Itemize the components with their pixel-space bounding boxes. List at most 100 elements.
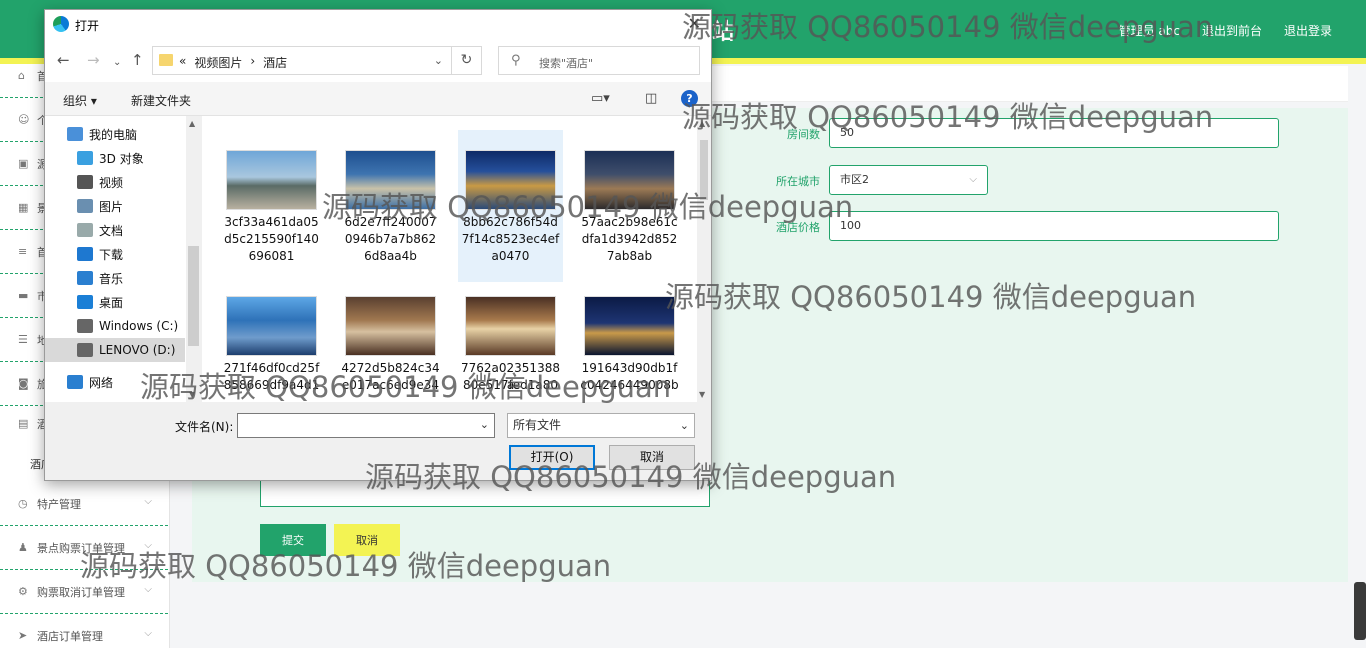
- dialog-toolbar: 组织 ▾ 新建文件夹 ▭▾ ◫ ?: [45, 82, 711, 116]
- file-list-scrollbar[interactable]: ▲ ▼: [697, 116, 711, 402]
- chevron-down-icon: ⌵: [969, 174, 977, 185]
- tree-item-label: Windows (C:): [99, 319, 179, 333]
- tree-item-label: LENOVO (D:): [99, 343, 176, 357]
- topbar-links: 管理员 abc 退出到前台 退出登录: [1119, 22, 1332, 39]
- sliders-icon: ☰: [18, 332, 28, 346]
- file-item[interactable]: 6d2e7ff240007 0946b7a7b862 6d8aa4b: [338, 130, 443, 282]
- tree-item-label: 音乐: [99, 271, 124, 286]
- tree-item[interactable]: Windows (C:): [45, 314, 185, 338]
- sidebar-item[interactable]: ◷ 特产管理 ⌵: [0, 482, 168, 526]
- city-label: 所在城市: [776, 175, 820, 188]
- back-arrow-icon[interactable]: ←: [57, 52, 70, 68]
- chevron-down-icon: ⌄: [679, 419, 689, 432]
- address-dropdown-icon[interactable]: ⌄: [434, 54, 443, 67]
- dialog-titlebar[interactable]: 打开 ✕: [45, 10, 711, 38]
- filetype-select[interactable]: 所有文件 ⌄: [507, 413, 695, 438]
- tree-item-label: 文档: [99, 223, 124, 238]
- recent-locations-chevron-icon[interactable]: ⌄: [113, 55, 121, 71]
- forward-arrow-icon[interactable]: →: [87, 52, 100, 68]
- tree-item-label: 桌面: [99, 295, 124, 310]
- page-scrollbar[interactable]: [1354, 582, 1366, 640]
- home-icon: ⌂: [18, 68, 25, 82]
- preview-pane-icon[interactable]: ◫: [645, 91, 657, 106]
- tree-item[interactable]: 文档: [45, 218, 185, 242]
- new-folder-button[interactable]: 新建文件夹: [131, 92, 191, 109]
- sidebar-item[interactable]: ➤ 酒店订单管理 ⌵: [0, 614, 168, 648]
- scroll-thumb[interactable]: [700, 140, 708, 200]
- open-button[interactable]: 打开(O): [509, 445, 595, 470]
- cube-icon: [77, 151, 93, 165]
- image-thumbnail: [345, 150, 436, 210]
- price-input[interactable]: 100: [829, 211, 1279, 241]
- folder-icon: [159, 54, 173, 66]
- up-arrow-icon[interactable]: ↑: [131, 52, 144, 68]
- tree-item[interactable]: 桌面: [45, 290, 185, 314]
- user-icon: ☺: [18, 112, 30, 126]
- sidebar-item-label: 购票取消订单管理: [37, 585, 125, 599]
- browser-logo-icon: [53, 16, 69, 32]
- sidebar-item-label: 特产管理: [37, 497, 81, 511]
- sidebar-item[interactable]: ⚙ 购票取消订单管理 ⌵: [0, 570, 168, 614]
- filename-dropdown-icon[interactable]: ⌄: [480, 418, 489, 431]
- file-name-line: d5c215590f140: [224, 232, 319, 246]
- breadcrumb-overflow[interactable]: «: [179, 54, 186, 71]
- tree-item[interactable]: 音乐: [45, 266, 185, 290]
- refresh-icon[interactable]: ↻: [452, 46, 482, 75]
- breadcrumb-hotel[interactable]: 酒店: [263, 54, 287, 71]
- file-item[interactable]: 3cf33a461da05 d5c215590f140 696081: [219, 130, 324, 282]
- file-name-line: 80e517fed1a80: [462, 378, 559, 392]
- gear-icon: ⚙: [18, 584, 28, 598]
- file-name-line: 6d2e7ff240007: [344, 215, 437, 229]
- search-icon: ⚲: [511, 53, 521, 68]
- send-icon: ➤: [18, 628, 28, 642]
- navigation-pane-scrollbar[interactable]: ▲ ▼: [186, 116, 201, 402]
- tree-item[interactable]: 我的电脑: [45, 122, 185, 146]
- file-item[interactable]: 191643d90db1f c04246449008b: [577, 282, 682, 402]
- file-item[interactable]: 8bb62c786f54d 7f14c8523ec4ef a0470: [458, 130, 563, 282]
- tree-item-label: 网络: [89, 375, 114, 390]
- dialog-title: 打开: [75, 19, 100, 33]
- sidebar-item[interactable]: ♟ 景点购票订单管理 ⌵: [0, 526, 168, 570]
- tree-item[interactable]: 图片: [45, 194, 185, 218]
- tree-item[interactable]: 3D 对象: [45, 146, 185, 170]
- filetype-value: 所有文件: [513, 418, 562, 432]
- cancel-form-button[interactable]: 取消: [334, 524, 400, 556]
- scroll-thumb[interactable]: [188, 246, 199, 346]
- view-options-icon[interactable]: ▭▾: [591, 91, 610, 106]
- image-thumbnail: [584, 150, 675, 210]
- address-bar[interactable]: « 视频图片 › 酒店 ⌄: [152, 46, 452, 75]
- document-icon: [77, 223, 93, 237]
- file-item[interactable]: 7762a02351388a 80e517fed1a80: [458, 282, 563, 402]
- breadcrumb-video-images[interactable]: 视频图片: [194, 54, 242, 71]
- file-item[interactable]: 57aac2b98e61c dfa1d3942d852 7ab8ab: [577, 130, 682, 282]
- navigation-pane: 我的电脑 3D 对象 视频 图片文档下载音乐桌面 Windows (C:) LENOVO …: [45, 116, 201, 402]
- image-thumbnail: [465, 150, 556, 210]
- cancel-button[interactable]: 取消: [609, 445, 695, 470]
- city-select[interactable]: 市区2 ⌵: [829, 165, 988, 195]
- organize-menu[interactable]: 组织 ▾: [63, 92, 97, 109]
- search-box[interactable]: ⚲ 搜索"酒店": [498, 46, 700, 75]
- help-icon[interactable]: ?: [681, 90, 698, 107]
- tree-item[interactable]: 网络: [45, 370, 185, 394]
- list-icon: ≡: [18, 244, 28, 258]
- file-item[interactable]: 271f46df0cd25f 858669df9a4d1: [219, 282, 324, 402]
- submit-button[interactable]: 提交: [260, 524, 326, 556]
- tree-item[interactable]: 视频: [45, 170, 185, 194]
- scroll-up-icon[interactable]: ▲: [699, 119, 705, 128]
- file-name-line: c04246449008b: [580, 378, 679, 392]
- logout-link[interactable]: 退出登录: [1284, 22, 1332, 39]
- tree-item-label: 下载: [99, 247, 124, 262]
- filename-input[interactable]: ⌄: [237, 413, 495, 438]
- close-icon[interactable]: ✕: [688, 14, 701, 33]
- scroll-down-icon[interactable]: ▼: [699, 390, 705, 399]
- rooms-input[interactable]: 50: [829, 118, 1279, 148]
- tree-item-label: 我的电脑: [89, 127, 138, 142]
- front-end-link[interactable]: 退出到前台: [1202, 22, 1262, 39]
- tree-item[interactable]: 下载: [45, 242, 185, 266]
- tree-item[interactable]: LENOVO (D:): [45, 338, 185, 362]
- file-item[interactable]: 4272d5b824c34 e017ac6ed9e34: [338, 282, 443, 402]
- file-list: 3cf33a461da05 d5c215590f140 696081 6d2e7ff2…: [202, 116, 711, 402]
- scroll-up-icon[interactable]: ▲: [189, 119, 195, 128]
- scroll-down-icon[interactable]: ▼: [189, 390, 195, 399]
- lock-icon: ▦: [18, 200, 29, 214]
